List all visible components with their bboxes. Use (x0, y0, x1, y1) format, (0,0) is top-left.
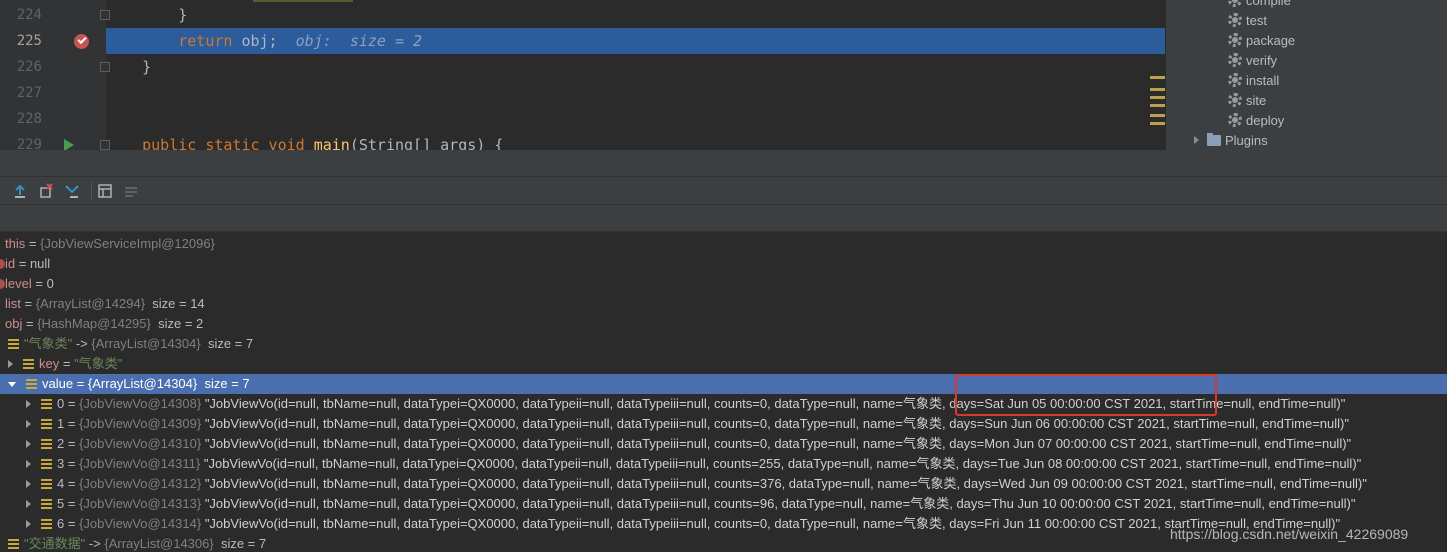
code-line[interactable]: 227 (0, 80, 1165, 106)
breakpoint-icon[interactable] (74, 34, 89, 49)
maven-goal-install[interactable]: install (1228, 70, 1279, 90)
maven-panel: compile test package verify install site… (1165, 0, 1447, 150)
maven-goal-site[interactable]: site (1228, 90, 1266, 110)
gear-icon (1228, 13, 1242, 27)
list-element-row[interactable]: 2 = {JobViewVo@14310} "JobViewVo(id=null… (0, 434, 1447, 454)
field-icon (41, 459, 52, 469)
field-icon (23, 359, 34, 369)
line-number: 224 (16, 7, 42, 23)
maven-plugins-node[interactable]: Plugins (1194, 130, 1268, 150)
scrollbar-markers[interactable] (1150, 76, 1165, 132)
code-line-current[interactable]: 225 return obj; obj: size = 2 (0, 28, 1165, 54)
run-to-cursor-icon[interactable] (64, 183, 80, 199)
line-number: 225 (16, 33, 42, 49)
debug-tool-window: this = {JobViewServiceImpl@12096} id = n… (0, 150, 1447, 552)
watch-expression-bar[interactable] (0, 205, 1447, 232)
code-text[interactable]: } (106, 2, 1165, 28)
evaluate-expression-icon[interactable] (97, 183, 113, 199)
code-text[interactable]: public static void main(String[] args) { (106, 132, 1165, 150)
toolbar-separator (91, 182, 92, 200)
expand-arrow-icon[interactable] (26, 400, 31, 408)
expand-arrow-icon[interactable] (26, 460, 31, 468)
highlight-annotation-box (955, 374, 1217, 416)
gear-icon (1228, 93, 1242, 107)
trace-stream-icon[interactable] (123, 183, 139, 199)
run-icon[interactable] (64, 139, 74, 150)
code-text[interactable]: } (106, 54, 1165, 80)
field-icon (26, 379, 37, 389)
gear-icon (1228, 53, 1242, 67)
list-element-row[interactable]: 4 = {JobViewVo@14312} "JobViewVo(id=null… (0, 474, 1447, 494)
field-icon (41, 439, 52, 449)
line-number: 227 (16, 85, 42, 101)
code-text[interactable] (106, 80, 1165, 106)
variable-row[interactable]: obj = {HashMap@14295} size = 2 (0, 314, 1447, 334)
debug-tab-strip (0, 150, 1447, 177)
variable-row[interactable]: this = {JobViewServiceImpl@12096} (0, 234, 1447, 254)
map-entry-icon (8, 539, 19, 549)
expand-arrow-icon[interactable] (8, 360, 13, 368)
line-number: 226 (16, 59, 42, 75)
gear-icon (1228, 0, 1242, 7)
maven-goal-package[interactable]: package (1228, 30, 1295, 50)
map-entry-icon (8, 339, 19, 349)
map-entry-row[interactable]: "气象类" -> {ArrayList@14304} size = 7 (0, 334, 1447, 354)
list-element-row[interactable]: 3 = {JobViewVo@14311} "JobViewVo(id=null… (0, 454, 1447, 474)
code-text[interactable]: return obj; obj: size = 2 (106, 28, 1165, 54)
line-number: 229 (16, 137, 42, 150)
gear-icon (1228, 73, 1242, 87)
drop-frame-icon[interactable] (38, 183, 54, 199)
variable-row[interactable]: list = {ArrayList@14294} size = 14 (0, 294, 1447, 314)
maven-goal-verify[interactable]: verify (1228, 50, 1277, 70)
gear-icon (1228, 33, 1242, 47)
variable-row[interactable]: level = 0 (0, 274, 1447, 294)
field-icon (41, 399, 52, 409)
inline-debug-hint: obj: size = 2 (277, 32, 423, 50)
expand-arrow-icon[interactable] (26, 440, 31, 448)
variable-row[interactable]: key = "气象类" (0, 354, 1447, 374)
variables-tree[interactable]: this = {JobViewServiceImpl@12096} id = n… (0, 234, 1447, 552)
code-editor[interactable]: 224 } 225 return obj; obj: size = 2 226 … (0, 0, 1165, 150)
list-element-row[interactable]: 5 = {JobViewVo@14313} "JobViewVo(id=null… (0, 494, 1447, 514)
code-line[interactable]: 229 public static void main(String[] arg… (0, 132, 1165, 150)
expand-arrow-icon[interactable] (26, 480, 31, 488)
step-out-icon[interactable] (12, 183, 28, 199)
variable-row[interactable]: id = null (0, 254, 1447, 274)
expand-arrow-icon[interactable] (26, 420, 31, 428)
field-icon (41, 479, 52, 489)
watermark-text: https://blog.csdn.net/weixin_42269089 (1170, 526, 1409, 542)
collapse-arrow-icon[interactable] (8, 381, 16, 387)
debug-toolbar (0, 177, 1447, 205)
field-icon (41, 519, 52, 529)
list-element-row[interactable]: 1 = {JobViewVo@14309} "JobViewVo(id=null… (0, 414, 1447, 434)
gear-icon (1228, 113, 1242, 127)
code-line[interactable]: 224 } (0, 2, 1165, 28)
field-icon (41, 419, 52, 429)
code-text[interactable] (106, 106, 1165, 132)
expand-arrow-icon[interactable] (26, 500, 31, 508)
variable-row-selected[interactable]: value = {ArrayList@14304} size = 7 (0, 374, 1447, 394)
folder-icon (1207, 132, 1221, 146)
maven-goal-test[interactable]: test (1228, 10, 1267, 30)
field-icon (41, 499, 52, 509)
chevron-right-icon[interactable] (1194, 136, 1199, 144)
maven-goal-compile[interactable]: compile (1228, 0, 1291, 10)
list-element-row[interactable]: 0 = {JobViewVo@14308} "JobViewVo(id=null… (0, 394, 1447, 414)
code-line[interactable]: 226 } (0, 54, 1165, 80)
maven-goal-deploy[interactable]: deploy (1228, 110, 1284, 130)
code-line[interactable]: 228 (0, 106, 1165, 132)
expand-arrow-icon[interactable] (26, 520, 31, 528)
line-number: 228 (16, 111, 42, 127)
